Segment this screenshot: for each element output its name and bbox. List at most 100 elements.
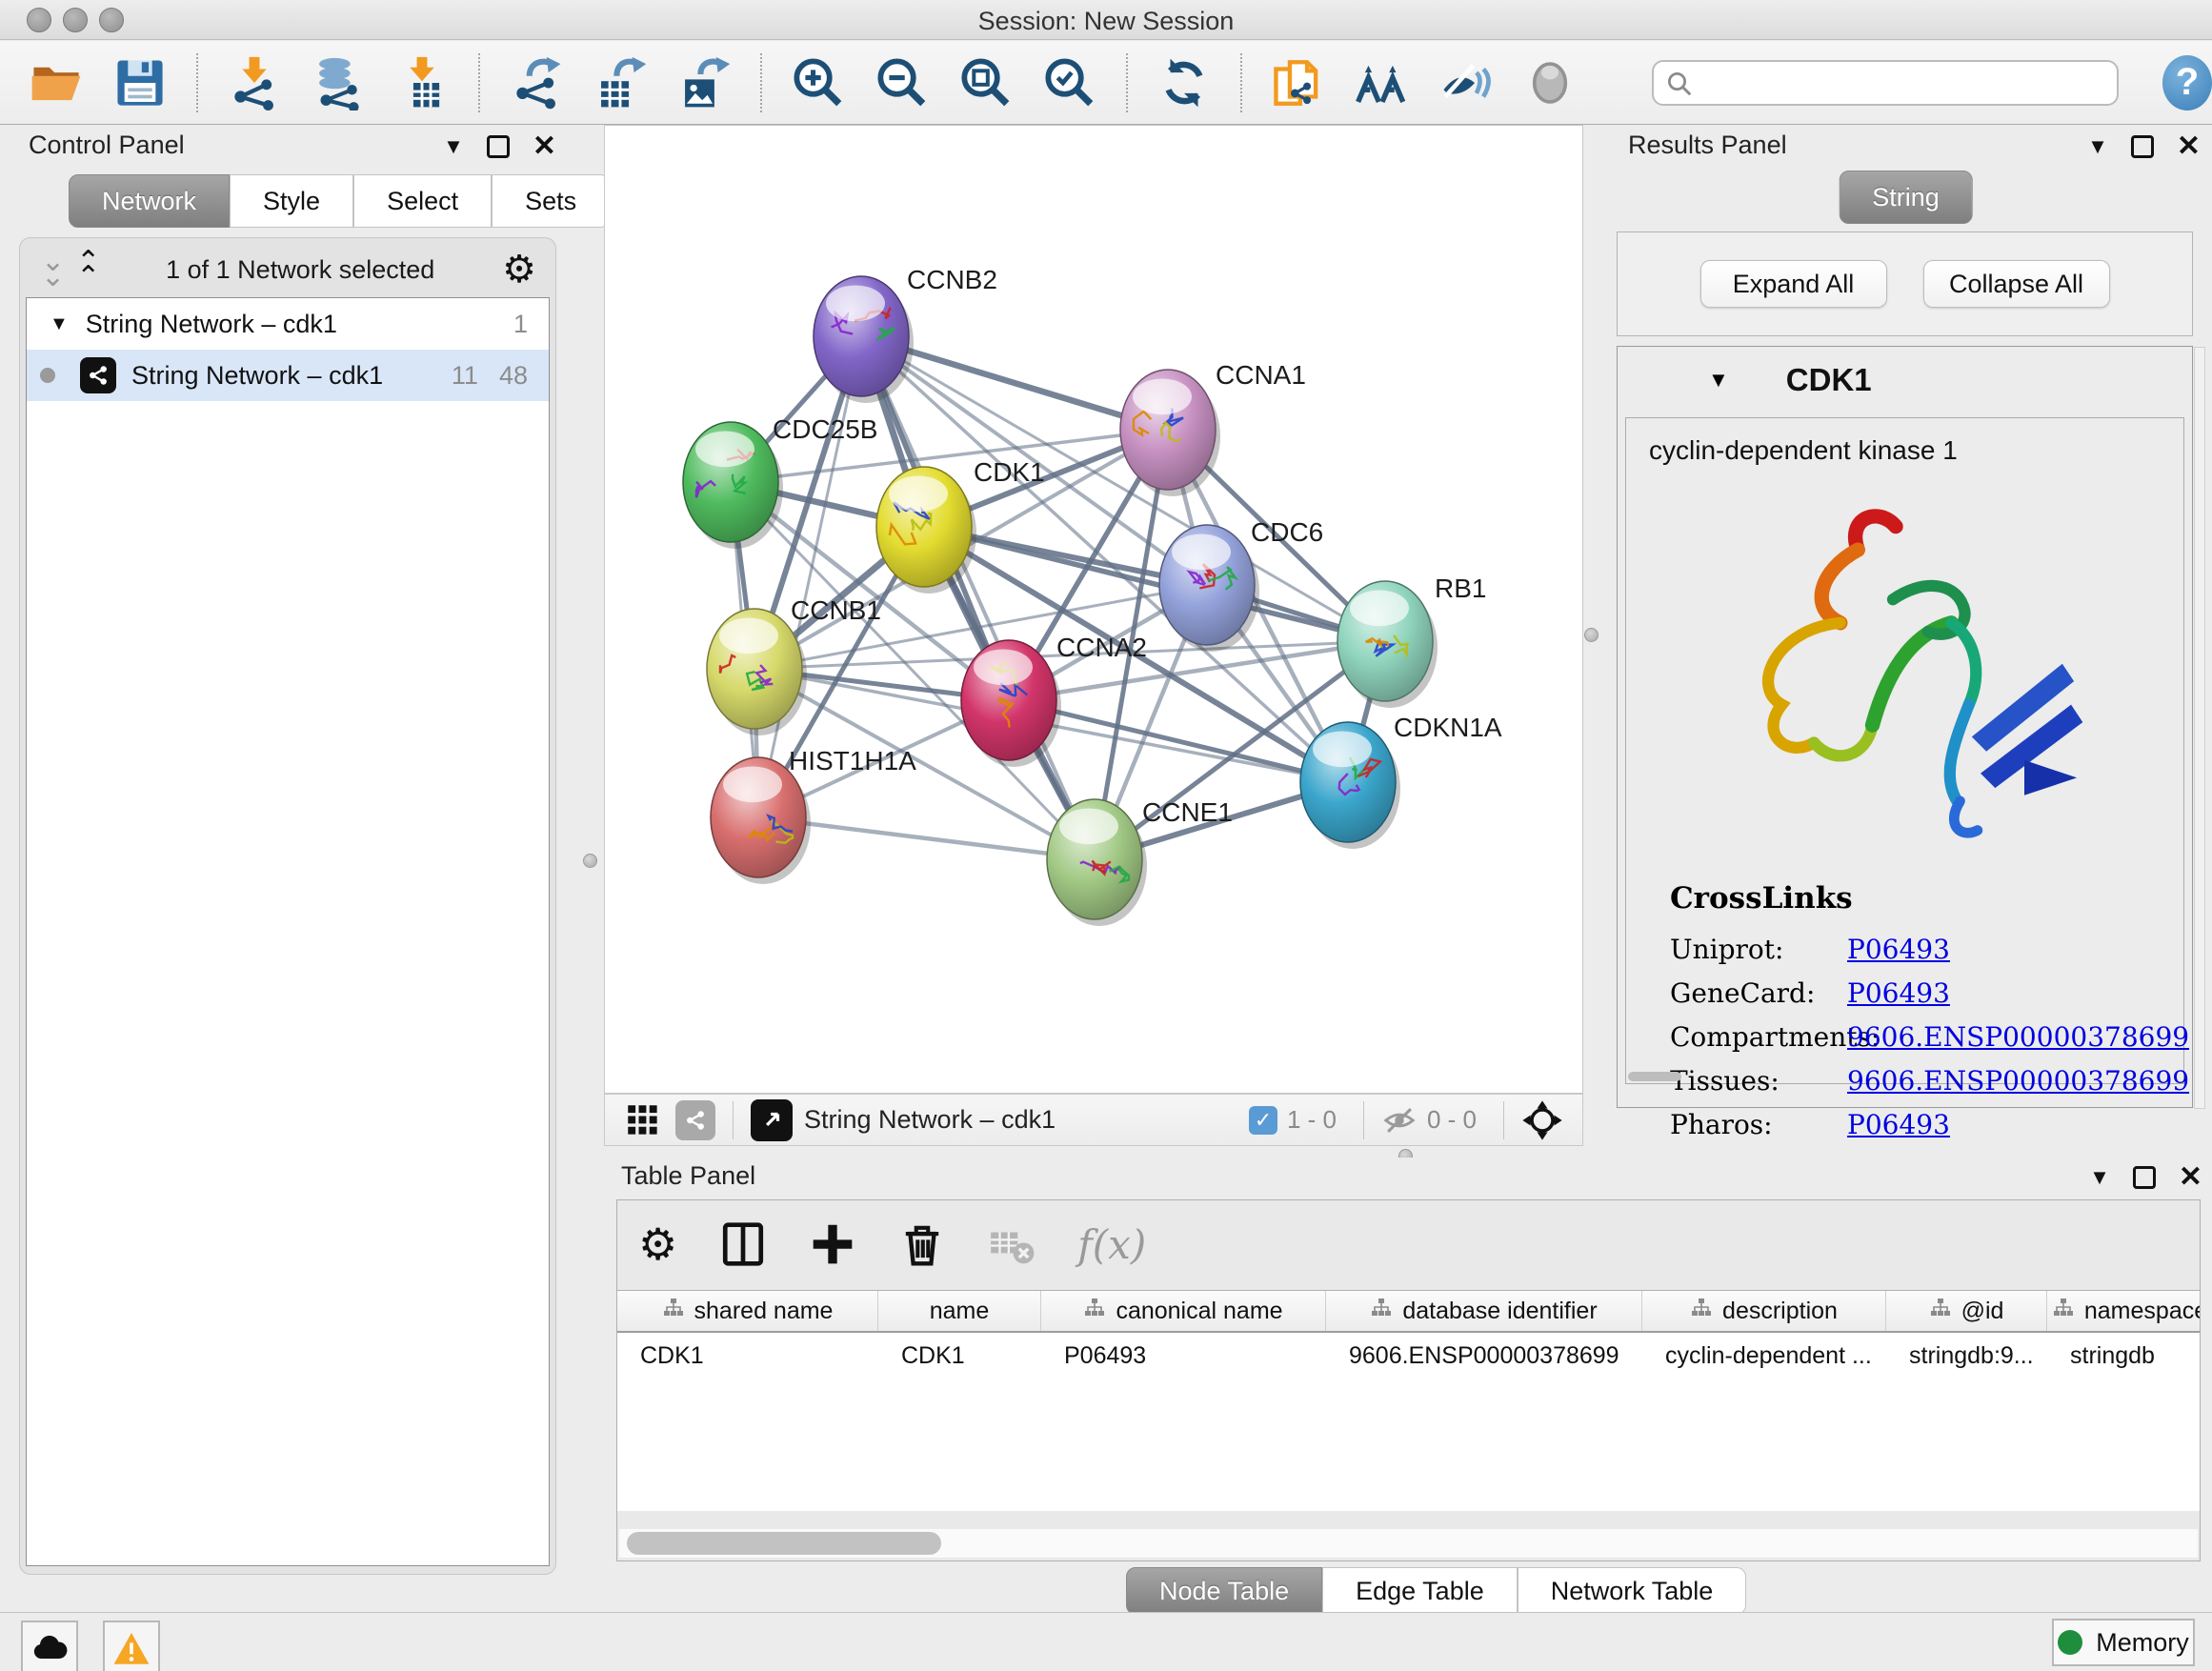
gene-section-caret[interactable]: ▼ [1708,368,1729,393]
memory-button[interactable]: Memory [2052,1619,2195,1666]
panel-float-button[interactable] [2131,135,2154,158]
panel-close-button[interactable]: ✕ [2177,132,2201,161]
show-columns-icon[interactable] [719,1220,767,1268]
birdseye-navigator-icon[interactable] [1521,1099,1563,1141]
node-CDC6[interactable]: CDC6 [1159,517,1323,652]
tab-network[interactable]: Network [69,174,230,228]
crosslink-link[interactable]: P06493 [1847,934,1950,965]
node-CDK1[interactable]: CDK1 [876,457,1045,594]
table-cell[interactable]: stringdb:9... [1886,1333,2047,1379]
network-options-gear-icon[interactable]: ⚙ [502,248,536,292]
node-CCNE1[interactable]: CCNE1 [1047,797,1233,926]
column-header-namespace[interactable]: namespace [2047,1291,2200,1331]
crosslink-link[interactable]: 9606.ENSP00000378699 [1847,1065,2189,1097]
tab-node-table[interactable]: Node Table [1126,1567,1322,1615]
export-image-button[interactable] [674,53,734,112]
table-scrollbar-thumb[interactable] [627,1532,941,1555]
crosslink-link[interactable]: 9606.ENSP00000378699 [1847,1021,2189,1053]
table-row[interactable]: CDK1CDK1P064939606.ENSP00000378699cyclin… [617,1333,2200,1379]
node-CCNA2[interactable]: CCNA2 [961,633,1147,767]
table-cell[interactable]: cyclin-dependent ... [1642,1333,1886,1379]
open-in-window-icon[interactable] [751,1099,793,1141]
first-neighbors-button[interactable] [1353,53,1412,112]
import-network-file-button[interactable] [225,53,284,112]
panel-close-button[interactable]: ✕ [533,132,556,161]
import-table-icon [394,55,450,111]
help-button[interactable]: ? [2162,55,2212,111]
export-table-button[interactable] [591,53,650,112]
column-header-shared-name[interactable]: shared name [617,1291,878,1331]
table-cell[interactable]: stringdb [2047,1333,2200,1379]
function-builder-button[interactable]: f(x) [1077,1221,1146,1268]
tab-select[interactable]: Select [353,174,492,228]
column-header-database-identifier[interactable]: database identifier [1326,1291,1642,1331]
tab-network-table[interactable]: Network Table [1518,1567,1747,1615]
tab-style[interactable]: Style [230,174,353,228]
search-input[interactable] [1652,60,2119,106]
warnings-button[interactable] [103,1621,160,1671]
apply-layout-button[interactable] [1155,53,1214,112]
collection-expand-caret[interactable]: ▼ [50,313,69,335]
zoom-selected-button[interactable] [1040,53,1099,112]
hidden-eye-icon[interactable] [1381,1102,1418,1138]
import-network-database-button[interactable] [309,53,368,112]
crosslink-link[interactable]: P06493 [1847,977,1950,1009]
save-session-button[interactable] [111,53,170,112]
import-table-button[interactable] [392,53,452,112]
grid-view-icon[interactable] [626,1103,660,1137]
panel-menu-caret[interactable]: ▼ [443,134,464,159]
node-CDKN1A[interactable]: CDKN1A [1300,713,1502,849]
zoom-out-button[interactable] [873,53,932,112]
table-cell[interactable]: 9606.ENSP00000378699 [1326,1333,1642,1379]
delete-table-icon[interactable] [988,1220,1036,1268]
add-column-icon[interactable] [809,1220,856,1268]
column-header-canonical-name[interactable]: canonical name [1041,1291,1326,1331]
selected-nodes-checkbox[interactable]: ✓ [1249,1106,1277,1135]
panel-close-button[interactable]: ✕ [2179,1163,2202,1192]
tab-string[interactable]: String [1839,171,1973,224]
node-RB1[interactable]: RB1 [1337,574,1486,708]
node-CCNB2[interactable]: CCNB2 [814,265,997,403]
column-header-description[interactable]: description [1642,1291,1886,1331]
vertical-scrollbar[interactable] [2194,347,2205,1109]
edge-CCNB2-CCNE1[interactable] [861,336,1095,859]
panel-menu-caret[interactable]: ▼ [2089,1165,2110,1190]
collapse-all-button[interactable]: Collapse All [1923,260,2110,308]
table-settings-gear-icon[interactable]: ⚙ [638,1218,677,1270]
network-row[interactable]: String Network – cdk1 11 48 [27,350,549,401]
zoom-in-button[interactable] [789,53,848,112]
tab-edge-table[interactable]: Edge Table [1322,1567,1518,1615]
collapse-all-networks-icon[interactable]: ⌄⌄ [41,254,63,286]
table-cell[interactable]: CDK1 [878,1333,1041,1379]
column-header-name[interactable]: name [878,1291,1041,1331]
panel-float-button[interactable] [2133,1166,2156,1189]
table-horizontal-scrollbar[interactable] [619,1529,2198,1558]
splitter-handle[interactable] [583,854,597,868]
expand-all-networks-icon[interactable]: ⌃⌃ [76,254,98,286]
fit-content-button[interactable] [956,53,1016,112]
export-network-button[interactable] [507,53,566,112]
crosslink-link[interactable]: P06493 [1847,1109,1950,1140]
clone-network-button[interactable] [1269,53,1328,112]
hide-selected-button[interactable] [1437,53,1496,112]
network-share-icon[interactable] [675,1100,715,1140]
panel-menu-caret[interactable]: ▼ [2087,134,2108,159]
column-header--id[interactable]: @id [1886,1291,2047,1331]
open-session-button[interactable] [27,53,86,112]
panel-float-button[interactable] [487,135,510,158]
delete-column-icon[interactable] [898,1220,946,1268]
splitter-handle[interactable] [1584,628,1599,642]
crosslink-label: Tissues: [1670,1065,1847,1097]
table-cell[interactable]: P06493 [1041,1333,1326,1379]
show-all-button[interactable] [1520,53,1579,112]
cloud-services-button[interactable] [21,1621,78,1671]
network-edge-count: 48 [499,361,528,391]
network-collection-row[interactable]: ▼ String Network – cdk1 1 [27,298,549,350]
tab-sets[interactable]: Sets [492,174,610,228]
node-HIST1H1A[interactable]: HIST1H1A [711,746,916,884]
network-canvas[interactable]: CCNB2CCNA1CDC25BCDK1CDC6RB1CCNB1CCNA2CDK… [604,125,1583,1094]
node-CDC25B[interactable]: CDC25B [683,414,877,549]
table-cell[interactable]: CDK1 [617,1333,878,1379]
expand-all-button[interactable]: Expand All [1700,260,1887,308]
horizontal-scrollbar-thumb[interactable] [1628,1072,1681,1081]
